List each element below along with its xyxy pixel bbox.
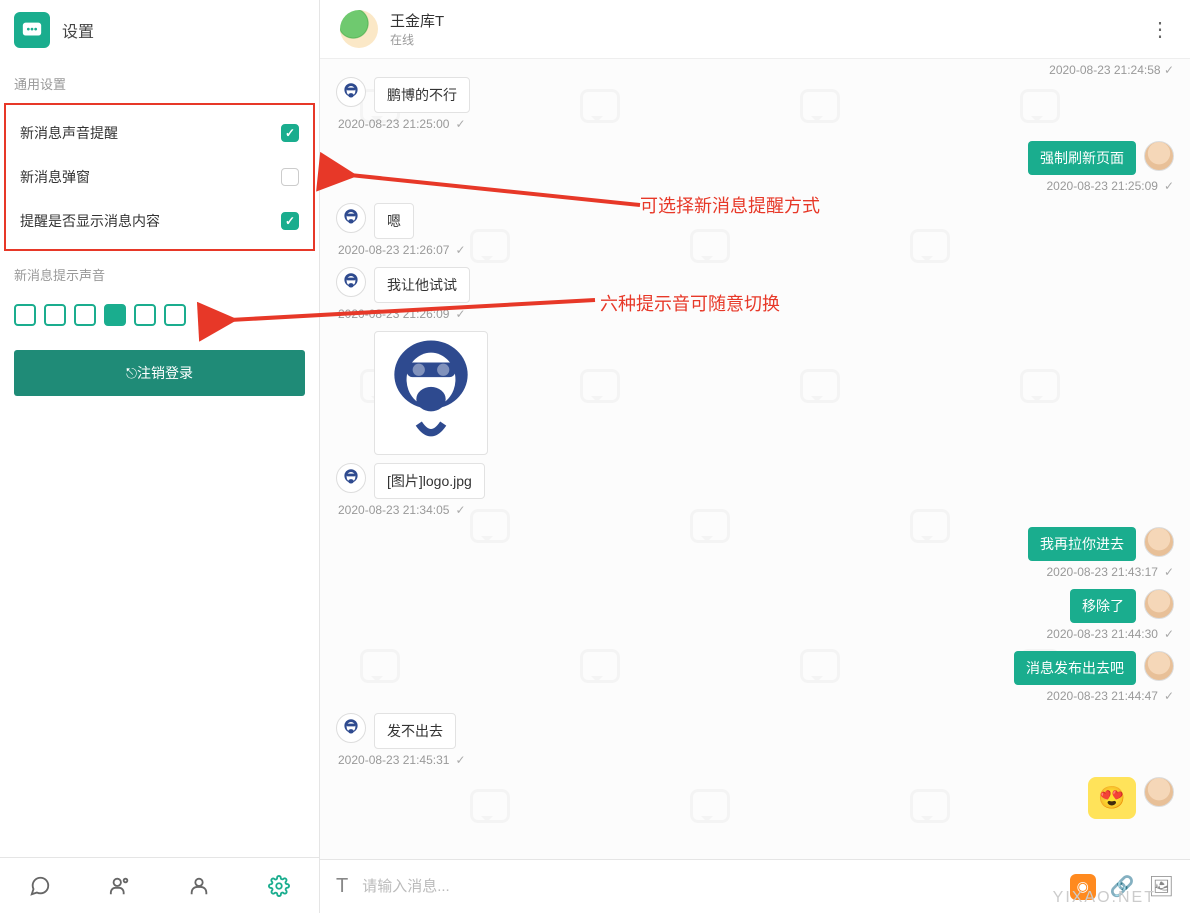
setting-show-content[interactable]: 提醒是否显示消息内容	[6, 199, 313, 243]
contact-name: 王金库T	[390, 10, 444, 31]
nav-contacts-icon[interactable]	[109, 875, 131, 897]
checkbox-show-content[interactable]	[281, 212, 299, 230]
sound-option-2[interactable]	[44, 304, 66, 326]
message-bubble[interactable]: 强制刷新页面	[1028, 141, 1136, 175]
image-icon[interactable]: 🖼	[1149, 874, 1174, 899]
message-timestamp: 2020-08-23 21:25:09✓	[338, 179, 1174, 193]
setting-label: 新消息声音提醒	[20, 123, 118, 143]
sound-option-1[interactable]	[14, 304, 36, 326]
message-bubble[interactable]: 鹏博的不行	[374, 77, 470, 113]
sender-avatar[interactable]	[336, 713, 366, 743]
message-timestamp: 2020-08-23 21:44:47✓	[338, 689, 1174, 703]
sender-avatar[interactable]	[336, 203, 366, 233]
sender-avatar[interactable]	[1144, 527, 1174, 557]
app-badge-icon[interactable]: ◉	[1070, 874, 1096, 900]
message-input-bar: T ◉ 🔗 🖼	[320, 859, 1190, 913]
setting-label: 提醒是否显示消息内容	[20, 211, 160, 231]
section-general-label: 通用设置	[0, 60, 319, 103]
setting-popup[interactable]: 新消息弹窗	[6, 155, 313, 199]
message-row: [图片]logo.jpg	[336, 463, 1174, 499]
message-bubble[interactable]: 我让他试试	[374, 267, 470, 303]
message-row: 发不出去	[336, 713, 1174, 749]
logout-icon: ⎋	[126, 365, 137, 381]
message-row: 移除了	[336, 589, 1174, 623]
message-image[interactable]	[374, 331, 488, 455]
message-timestamp: 2020-08-23 21:25:00✓	[338, 117, 1174, 131]
logout-label: 注销登录	[137, 365, 193, 381]
chat-panel: 王金库T 在线 ⋮ 2020-08-23 21:24:58 ✓ 鹏博的不行 20…	[320, 0, 1190, 913]
sender-avatar[interactable]	[1144, 777, 1174, 807]
contact-info: 王金库T 在线	[390, 10, 444, 48]
message-bubble[interactable]: 消息发布出去吧	[1014, 651, 1136, 685]
sound-option-6[interactable]	[164, 304, 186, 326]
nav-settings-icon[interactable]	[268, 875, 290, 897]
more-options-icon[interactable]: ⋮	[1150, 17, 1170, 42]
nav-chat-icon[interactable]	[29, 875, 51, 897]
sidebar-bottom-nav	[0, 857, 319, 913]
settings-group-highlight: 新消息声音提醒 新消息弹窗 提醒是否显示消息内容	[4, 103, 315, 251]
message-bubble[interactable]: 我再拉你进去	[1028, 527, 1136, 561]
message-timestamp: 2020-08-23 21:34:05✓	[338, 503, 1174, 517]
message-timestamp: 2020-08-23 21:44:30✓	[338, 627, 1174, 641]
sender-avatar[interactable]	[336, 77, 366, 107]
message-timestamp: 2020-08-23 21:26:07✓	[338, 243, 1174, 257]
chat-header: 王金库T 在线 ⋮	[320, 0, 1190, 59]
message-timestamp: 2020-08-23 21:45:31✓	[338, 753, 1174, 767]
message-row: 我让他试试	[336, 267, 1174, 303]
app-logo-icon	[14, 12, 50, 48]
message-bubble[interactable]: [图片]logo.jpg	[374, 463, 485, 499]
sender-avatar[interactable]	[1144, 141, 1174, 171]
setting-label: 新消息弹窗	[20, 167, 90, 187]
message-row: 嗯	[336, 203, 1174, 239]
message-bubble[interactable]: 嗯	[374, 203, 414, 239]
contact-avatar[interactable]	[340, 10, 378, 48]
sound-option-4[interactable]	[104, 304, 126, 326]
input-tools: ◉ 🔗 🖼	[1070, 874, 1174, 900]
message-input[interactable]	[362, 878, 1055, 895]
message-timestamp: 2020-08-23 21:43:17✓	[338, 565, 1174, 579]
nav-profile-icon[interactable]	[188, 875, 210, 897]
sound-option-5[interactable]	[134, 304, 156, 326]
attachment-icon[interactable]: 🔗	[1110, 874, 1135, 899]
message-row: 鹏博的不行	[336, 77, 1174, 113]
sender-avatar[interactable]	[336, 267, 366, 297]
contact-status: 在线	[390, 31, 444, 48]
sidebar-header: 设置	[0, 0, 319, 60]
sidebar-title: 设置	[62, 18, 94, 42]
message-row: 我再拉你进去	[336, 527, 1174, 561]
message-timestamp: 2020-08-23 21:26:09✓	[338, 307, 1174, 321]
message-bubble[interactable]: 发不出去	[374, 713, 456, 749]
text-format-icon[interactable]: T	[336, 875, 348, 898]
checkbox-popup[interactable]	[281, 168, 299, 186]
sticker-love[interactable]: 😍	[1088, 777, 1136, 819]
message-row	[336, 331, 1174, 455]
checkbox-sound-notify[interactable]	[281, 124, 299, 142]
message-row: 强制刷新页面	[336, 141, 1174, 175]
sender-avatar[interactable]	[1144, 651, 1174, 681]
sender-avatar[interactable]	[336, 463, 366, 493]
setting-sound-notify[interactable]: 新消息声音提醒	[6, 111, 313, 155]
top-timestamp: 2020-08-23 21:24:58 ✓	[1049, 63, 1174, 77]
sound-options	[0, 294, 319, 336]
message-row: 消息发布出去吧	[336, 651, 1174, 685]
section-sound-label: 新消息提示声音	[0, 251, 319, 294]
chat-body[interactable]: 2020-08-23 21:24:58 ✓ 鹏博的不行 2020-08-23 2…	[320, 59, 1190, 859]
message-row: 😍	[336, 777, 1174, 819]
sound-option-3[interactable]	[74, 304, 96, 326]
settings-sidebar: 设置 通用设置 新消息声音提醒 新消息弹窗 提醒是否显示消息内容 新消息提示声音…	[0, 0, 320, 913]
sender-avatar[interactable]	[1144, 589, 1174, 619]
logout-button[interactable]: ⎋注销登录	[14, 350, 305, 396]
chat-scroll: 2020-08-23 21:24:58 ✓ 鹏博的不行 2020-08-23 2…	[320, 59, 1190, 829]
message-bubble[interactable]: 移除了	[1070, 589, 1136, 623]
